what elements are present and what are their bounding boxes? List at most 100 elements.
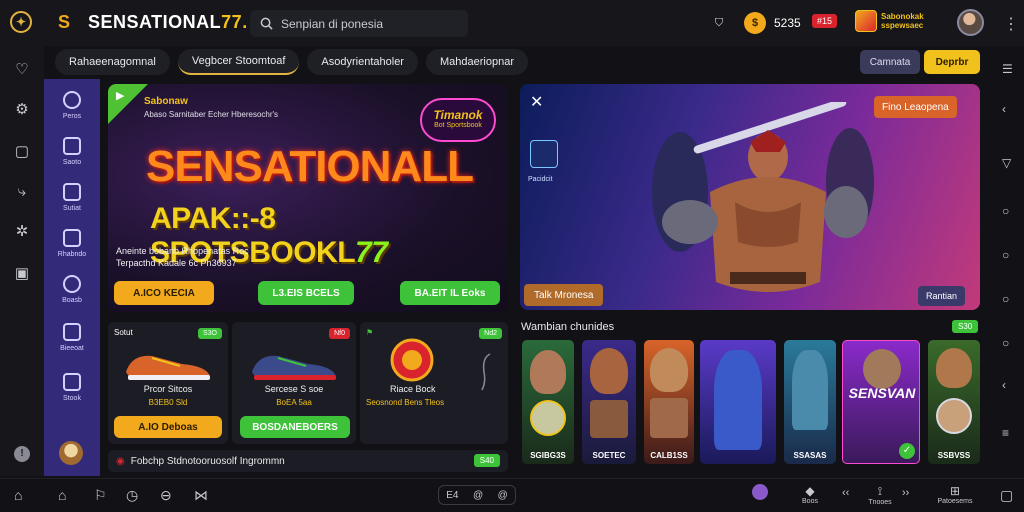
bottombar-item-1[interactable]: ⟟ Tnooes: [860, 484, 900, 506]
character-card-1[interactable]: SOETEC: [582, 340, 636, 464]
hero-title: SENSATIONALL: [146, 142, 474, 191]
media-control-2[interactable]: @: [498, 490, 508, 501]
card-name: Riace Bock: [390, 384, 436, 394]
hero-desc-2: Terpacthd Kadale 6c Ph36937: [116, 258, 237, 268]
product-card-1[interactable]: Nf0 Sercese S soe BoEA 5aa BOSDANEBOERS: [232, 322, 356, 444]
characters-badge[interactable]: S30: [952, 320, 979, 333]
stop-icon[interactable]: ⊖: [160, 487, 172, 504]
app-logo-icon[interactable]: ✦: [10, 11, 32, 33]
window-icon[interactable]: ▢: [1000, 487, 1013, 504]
warrior-illustration: [652, 102, 874, 292]
tab-1[interactable]: Vegbcer Stoomtoaf: [177, 49, 300, 75]
home-icon[interactable]: ⌂: [14, 487, 22, 503]
deposit-button[interactable]: Deprbr: [924, 50, 980, 74]
house-icon[interactable]: ⌂: [58, 487, 66, 503]
sidebar-item-2[interactable]: Sutiat: [44, 183, 100, 212]
character-portrait: [650, 348, 688, 392]
more-menu-icon[interactable]: ⋮: [1003, 14, 1019, 34]
share-icon[interactable]: ⤷: [12, 182, 32, 202]
feature-banner[interactable]: ✕ Pacidcit Fino Leaopena Talk Mronesa Ra…: [520, 84, 980, 310]
hero-button-secondary[interactable]: L3.EIS BCELS: [258, 281, 354, 305]
character-card-3[interactable]: [700, 340, 776, 464]
hero-button-tertiary[interactable]: BA.EIT IL Eoks: [400, 281, 500, 305]
notification-badge[interactable]: #15: [812, 14, 838, 28]
circle-icon[interactable]: ○: [1002, 204, 1009, 218]
bottombar-item-0[interactable]: ◆ Boos: [790, 484, 830, 505]
card-button[interactable]: BOSDANEBOERS: [240, 416, 350, 438]
media-control-0[interactable]: E4: [446, 490, 458, 501]
list-icon[interactable]: ≡: [1002, 426, 1009, 440]
search-input[interactable]: [281, 16, 461, 31]
gear-icon[interactable]: ⚙: [12, 100, 32, 120]
card-button[interactable]: A.IO Deboas: [114, 416, 222, 438]
sidebar-item-0[interactable]: Peros: [44, 91, 100, 120]
user-avatar[interactable]: [957, 9, 984, 36]
sidebar-item-6[interactable]: Stook: [44, 373, 100, 402]
hero-button-primary[interactable]: A.ICO KECIA: [114, 281, 214, 305]
bottom-note[interactable]: ◉ Fobchp Stdnotooruosolf Ingrommn S40: [108, 450, 508, 472]
chevron-left-icon[interactable]: ‹: [1002, 102, 1006, 116]
bottombar-label: Tnooes: [868, 499, 892, 506]
sidebar-item-label: Stook: [63, 395, 81, 402]
sidebar-item-5[interactable]: Bieeoat: [44, 323, 100, 352]
compare-button[interactable]: Camnata: [860, 50, 920, 74]
sidebar-item-3[interactable]: Rhabndo: [44, 229, 100, 258]
hero-banner[interactable]: ▶ Sabonaw Abaso Sarnitaber Echer Hbereso…: [108, 84, 508, 312]
promo-widget[interactable]: Sabonokak sspewsaec: [855, 10, 924, 32]
tab-0[interactable]: Rahaeenagomnal: [55, 49, 170, 75]
menu-icon[interactable]: ☰: [1002, 62, 1013, 76]
coin-icon[interactable]: $: [744, 12, 766, 34]
product-card-2[interactable]: ⚑ Nd2 Riace Bock Seosnond Bens Tleos: [360, 322, 508, 444]
bottombar-item-2[interactable]: ⊞ Patoesems: [932, 484, 978, 505]
sidebar-item-4[interactable]: Boasb: [44, 275, 100, 304]
close-icon[interactable]: ✕: [530, 92, 543, 112]
search-bar[interactable]: [250, 10, 468, 37]
settings-icon[interactable]: ✲: [12, 222, 32, 242]
circle-icon[interactable]: ○: [1002, 248, 1009, 262]
product-card-0[interactable]: Sotut S3O Prcor Sitcos B3EB0 Sld A.IO De…: [108, 322, 228, 444]
media-control-1[interactable]: @: [473, 490, 483, 501]
file-icon[interactable]: ▢: [12, 142, 32, 162]
card-price: BoEA 5aa: [276, 398, 312, 407]
info-icon[interactable]: !: [14, 446, 30, 462]
clock-icon[interactable]: ◷: [126, 487, 138, 504]
shield-icon[interactable]: ⛉: [708, 12, 730, 34]
screen-icon[interactable]: ▣: [12, 264, 32, 284]
card-badge: S3O: [197, 328, 222, 339]
gem-icon[interactable]: [530, 140, 558, 168]
sidebar-item-label: Boasb: [62, 297, 82, 304]
character-card-0[interactable]: SGIBG3S: [522, 340, 574, 464]
circle-icon[interactable]: ○: [1002, 336, 1009, 350]
character-label: SOETEC: [592, 451, 626, 460]
feature-tag-bottom[interactable]: Talk Mronesa: [524, 284, 604, 306]
media-controls[interactable]: E4 @ @: [438, 485, 516, 505]
chevrons-left-icon[interactable]: ‹‹: [842, 487, 849, 499]
nav-sidebar: Peros Saoto Sutiat Rhabndo Boasb Bieeoat…: [44, 79, 100, 476]
chevrons-right-icon[interactable]: ››: [902, 487, 909, 499]
circle-icon[interactable]: ○: [1002, 292, 1009, 306]
character-card-5[interactable]: SENSVAN ✓: [842, 340, 920, 464]
character-card-6[interactable]: SSBVSS: [928, 340, 980, 464]
chevron-left-icon[interactable]: ‹: [1002, 378, 1006, 392]
sidebar-item-1[interactable]: Saoto: [44, 137, 100, 166]
folder-icon: [63, 229, 81, 247]
bookmark-icon[interactable]: ⋈: [194, 487, 208, 504]
hero-brand: Sabonaw: [144, 96, 188, 107]
character-card-4[interactable]: SSASAS: [784, 340, 836, 464]
chart-icon: [63, 373, 81, 391]
product-cards: Sotut S3O Prcor Sitcos B3EB0 Sld A.IO De…: [108, 322, 508, 444]
feature-tag-right[interactable]: Rantian: [918, 286, 966, 306]
triangle-icon[interactable]: ▽: [1002, 156, 1011, 170]
character-card-2[interactable]: CALB1SS: [644, 340, 694, 464]
hero-badge: Timanok Bot Sportsbook: [420, 98, 496, 142]
sidebar-avatar[interactable]: [59, 441, 83, 465]
target-icon: [63, 275, 81, 293]
flag-icon[interactable]: ⚐: [94, 487, 107, 504]
feature-tag-top[interactable]: Fino Leaopena: [874, 96, 957, 118]
profile-icon[interactable]: [752, 484, 768, 500]
tab-2[interactable]: Asodyrientaholer: [307, 49, 418, 75]
brand-name[interactable]: SENSATIONAL77.: [88, 12, 248, 33]
compass-icon: [63, 91, 81, 109]
tab-3[interactable]: Mahdaeriopnar: [425, 49, 528, 75]
heart-icon[interactable]: ♡: [12, 60, 32, 80]
